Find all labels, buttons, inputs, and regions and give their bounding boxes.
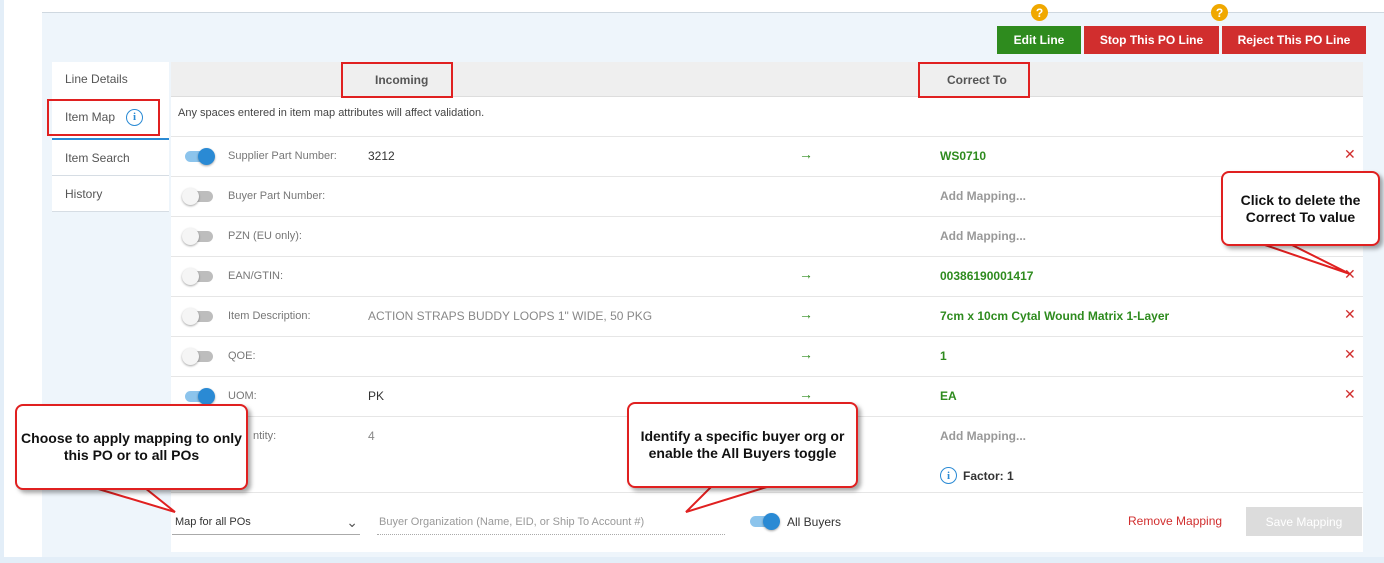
factor-readout: i Factor: 1	[940, 467, 1014, 484]
add-mapping-link[interactable]: Add Mapping...	[940, 189, 1026, 203]
row-toggle[interactable]	[182, 268, 214, 285]
attribute-label: Buyer Part Number:	[228, 190, 326, 202]
nav-item-search[interactable]: Item Search	[52, 140, 169, 176]
reject-help-icon[interactable]: ?	[1211, 4, 1228, 21]
top-divider	[42, 12, 1384, 13]
footer-divider	[171, 492, 1363, 493]
edit-help-icon[interactable]: ?	[1031, 4, 1048, 21]
bottom-band	[0, 557, 1384, 563]
table-row: PZN (EU only): Add Mapping...	[171, 216, 1363, 256]
attribute-label: Item Description:	[228, 310, 311, 322]
table-row: Buyer Part Number: Add Mapping...	[171, 176, 1363, 216]
validation-note: Any spaces entered in item map attribute…	[178, 107, 485, 119]
chevron-down-icon: ⌄	[346, 514, 358, 530]
nav-label: Line Details	[65, 72, 128, 86]
attribute-label: QOE:	[228, 350, 256, 362]
attribute-label: ntity:	[253, 430, 277, 442]
item-map-highlight	[47, 99, 160, 136]
left-rail	[0, 0, 4, 563]
correct-to-value[interactable]: 1	[940, 349, 947, 363]
row-toggle[interactable]	[182, 148, 215, 165]
add-mapping-link[interactable]: Add Mapping...	[940, 229, 1026, 243]
delete-icon[interactable]: ✕	[1344, 266, 1356, 283]
row-toggle[interactable]	[182, 348, 214, 365]
correct-to-value[interactable]: 7cm x 10cm Cytal Wound Matrix 1-Layer	[940, 309, 1169, 323]
map-scope-value: Map for all POs	[175, 516, 251, 528]
nav-history[interactable]: History	[52, 176, 169, 212]
line-side-nav: Line Details Item Map i Item Search Histo…	[52, 62, 169, 212]
buyer-org-callout: Identify a specific buyer org or enable …	[627, 402, 858, 488]
row-toggle[interactable]	[182, 188, 214, 205]
nav-line-details[interactable]: Line Details	[52, 62, 169, 96]
incoming-value: PK	[368, 389, 385, 403]
buyer-organization-input[interactable]	[377, 510, 725, 535]
all-buyers-label: All Buyers	[787, 515, 842, 529]
row-toggle[interactable]	[182, 388, 215, 405]
correct-to-highlight	[918, 62, 1030, 98]
incoming-highlight	[341, 62, 453, 98]
stop-po-line-button[interactable]: Stop This PO Line	[1084, 26, 1219, 54]
attribute-label: PZN (EU only):	[228, 230, 302, 242]
incoming-value: 4	[368, 429, 375, 443]
map-scope-select[interactable]: Map for all POs ⌄	[172, 510, 360, 535]
save-mapping-button[interactable]: Save Mapping	[1246, 507, 1362, 536]
delete-icon[interactable]: ✕	[1344, 146, 1356, 163]
arrow-right-icon: →	[799, 306, 813, 322]
add-mapping-link[interactable]: Add Mapping...	[940, 429, 1026, 443]
arrow-right-icon: →	[799, 346, 813, 362]
row-toggle[interactable]	[182, 308, 214, 325]
attribute-label: EAN/GTIN:	[228, 270, 284, 282]
delete-icon[interactable]: ✕	[1344, 306, 1356, 323]
all-buyers-toggle[interactable]	[747, 513, 780, 530]
delete-value-callout: Click to delete the Correct To value	[1221, 171, 1380, 246]
delete-icon[interactable]: ✕	[1344, 346, 1356, 363]
correct-to-value[interactable]: 00386190001417	[940, 269, 1033, 283]
factor-value: Factor: 1	[963, 468, 1014, 483]
remove-mapping-link[interactable]: Remove Mapping	[1128, 514, 1222, 528]
incoming-value: 3212	[368, 149, 395, 163]
table-row: Item Description: ACTION STRAPS BUDDY LO…	[171, 296, 1363, 336]
arrow-right-icon: →	[799, 266, 813, 282]
table-row: EAN/GTIN: → 00386190001417 ✕	[171, 256, 1363, 296]
incoming-value: ACTION STRAPS BUDDY LOOPS 1" WIDE, 50 PK…	[368, 309, 653, 323]
attribute-label: Supplier Part Number:	[228, 150, 337, 162]
arrow-right-icon: →	[799, 146, 813, 162]
table-row: QOE: → 1 ✕	[171, 336, 1363, 376]
table-row: Supplier Part Number: 3212 → WS0710 ✕	[171, 136, 1363, 176]
row-toggle[interactable]	[182, 228, 214, 245]
correct-to-value[interactable]: EA	[940, 389, 957, 403]
attribute-label: UOM:	[228, 390, 257, 402]
info-icon[interactable]: i	[940, 467, 957, 484]
delete-icon[interactable]: ✕	[1344, 386, 1356, 403]
arrow-right-icon: →	[799, 386, 813, 402]
nav-label: Item Search	[65, 150, 130, 165]
map-scope-callout: Choose to apply mapping to only this PO …	[15, 404, 248, 490]
nav-label: History	[65, 186, 103, 201]
correct-to-value[interactable]: WS0710	[940, 149, 986, 163]
reject-po-line-button[interactable]: Reject This PO Line	[1222, 26, 1366, 54]
edit-line-button[interactable]: Edit Line	[997, 26, 1081, 54]
